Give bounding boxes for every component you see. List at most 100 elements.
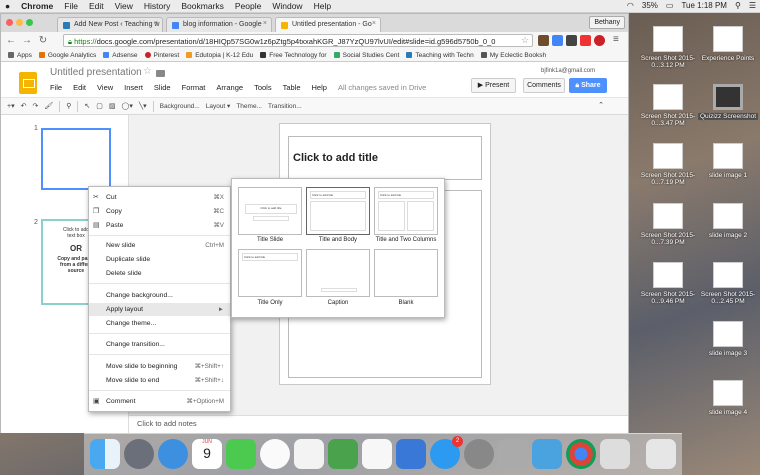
layout-blank[interactable] — [374, 249, 438, 297]
battery-percent[interactable]: 35% — [642, 1, 658, 10]
star-icon[interactable]: ☆ — [143, 66, 152, 77]
desktop-file-icon[interactable]: Screen Shot 2015-0...7.39 PM — [636, 203, 700, 246]
bookmark-social-studies[interactable]: Social Studies Cent — [333, 52, 399, 59]
desktop-file-icon[interactable]: Screen Shot 2015-0...3.47 PM — [636, 84, 700, 127]
minimize-window-icon[interactable] — [16, 19, 23, 26]
close-tab-icon[interactable]: × — [154, 20, 158, 27]
new-slide-icon[interactable]: +▾ — [7, 102, 15, 110]
image-capture-icon[interactable] — [600, 439, 630, 469]
menubar-bookmarks[interactable]: Bookmarks — [181, 1, 224, 11]
folder-icon[interactable] — [156, 70, 165, 77]
speaker-notes[interactable]: Click to add notes — [129, 415, 628, 433]
bookmark-pinterest[interactable]: Pinterest — [144, 52, 179, 59]
preview-icon[interactable] — [294, 439, 324, 469]
extension-icon[interactable] — [552, 35, 563, 46]
menu-insert[interactable]: Insert — [124, 83, 143, 92]
slide-thumbnail[interactable] — [41, 128, 111, 190]
bookmark-eclectic-bookshelf[interactable]: My Eclectic Booksh — [480, 52, 546, 59]
account-email[interactable]: bjfink1a@gmail.com — [541, 68, 595, 74]
background-button[interactable]: Background... — [160, 103, 200, 110]
close-window-icon[interactable] — [6, 19, 13, 26]
menu-item-cut[interactable]: ✂ Cut ⌘X — [89, 191, 230, 204]
desktop-file-icon[interactable]: Screen Shot 2015-0...7.19 PM — [636, 143, 700, 186]
menu-item-new-slide[interactable]: New slide Ctrl+M — [89, 239, 230, 252]
extension-icon[interactable] — [538, 35, 549, 46]
layout-title-and-two-columns[interactable]: Click to add title — [374, 187, 438, 235]
redo-icon[interactable]: ↷ — [32, 102, 38, 110]
calendar-icon[interactable]: JUN 9 — [192, 439, 222, 469]
keynote-icon[interactable] — [396, 439, 426, 469]
clock[interactable]: Tue 1:18 PM — [681, 1, 727, 10]
extension-icon[interactable] — [566, 35, 577, 46]
layout-button[interactable]: Layout ▾ — [206, 102, 231, 110]
menubar-file[interactable]: File — [64, 1, 78, 11]
menubar-people[interactable]: People — [235, 1, 261, 11]
paint-format-icon[interactable]: 🖌︎ — [44, 102, 53, 110]
notification-icon[interactable]: ☰ — [749, 1, 756, 10]
menu-view[interactable]: View — [97, 83, 113, 92]
menu-format[interactable]: Format — [182, 83, 206, 92]
comments-button[interactable]: Comments — [523, 78, 565, 93]
twitter-icon[interactable] — [532, 439, 562, 469]
tab-untitled-presentation[interactable]: Untitled presentation - Go × — [275, 17, 381, 32]
desktop-file-icon[interactable]: slide image 2 — [696, 203, 760, 239]
menu-table[interactable]: Table — [283, 83, 301, 92]
menu-help[interactable]: Help — [312, 83, 327, 92]
menu-arrange[interactable]: Arrange — [216, 83, 243, 92]
menu-item-delete-slide[interactable]: Delete slide — [89, 267, 230, 280]
bookmark-google-analytics[interactable]: Google Analytics — [38, 52, 96, 59]
tab-add-new-post[interactable]: Add New Post ‹ Teaching w × — [57, 17, 163, 32]
desktop-file-icon[interactable]: slide image 4 — [696, 380, 760, 416]
menu-item-duplicate-slide[interactable]: Duplicate slide — [89, 253, 230, 266]
theme-button[interactable]: Theme... — [236, 103, 262, 110]
reload-icon[interactable]: ↻ — [37, 35, 49, 47]
facetime-icon[interactable] — [226, 439, 256, 469]
image-icon[interactable]: ▨ — [109, 102, 116, 110]
desktop-file-icon[interactable]: Screen Shot 2015-0...2.45 PM — [696, 262, 760, 305]
zoom-icon[interactable]: ⚲ — [66, 102, 71, 110]
desktop-file-icon[interactable]: slide image 1 — [696, 143, 760, 179]
layout-title-only[interactable]: Click to add title — [238, 249, 302, 297]
undo-icon[interactable]: ↶ — [21, 102, 27, 110]
menu-item-apply-layout[interactable]: Apply layout ► — [89, 303, 230, 316]
menu-slide[interactable]: Slide — [154, 83, 171, 92]
profile-button[interactable]: Bethany — [589, 16, 625, 29]
bookmark-teaching-with-tech[interactable]: Teaching with Techn — [406, 52, 474, 59]
safari-icon[interactable] — [158, 439, 188, 469]
menubar-window[interactable]: Window — [272, 1, 302, 11]
menubar-app-name[interactable]: Chrome — [21, 1, 53, 11]
desktop-file-icon[interactable]: slide image 3 — [696, 321, 760, 357]
chrome-menu-icon[interactable]: ≡ — [613, 34, 619, 45]
extension-icon[interactable] — [580, 35, 591, 46]
bookmark-edutopia[interactable]: Edutopia | K-12 Edu — [186, 52, 253, 59]
calculator-icon[interactable] — [498, 439, 528, 469]
url-input[interactable]: 🔒︎ https://docs.google.com/presentation/… — [63, 34, 533, 47]
spotlight-icon[interactable]: ⚲ — [735, 1, 741, 10]
menu-file[interactable]: File — [50, 83, 62, 92]
line-icon[interactable]: ╲▾ — [139, 102, 147, 110]
wifi-icon[interactable]: ◠ — [627, 1, 634, 10]
bookmark-adsense[interactable]: Adsense — [103, 52, 138, 59]
app-store-icon[interactable]: 2 — [430, 436, 463, 469]
document-title[interactable]: Untitled presentation — [50, 67, 142, 78]
title-placeholder[interactable]: Click to add title — [288, 136, 482, 180]
present-button[interactable]: ▶ Present — [471, 78, 516, 93]
close-tab-icon[interactable]: × — [263, 20, 267, 27]
pages-icon[interactable] — [362, 439, 392, 469]
zoom-window-icon[interactable] — [26, 19, 33, 26]
layout-title-and-body[interactable]: Click to add title — [306, 187, 370, 235]
share-button[interactable]: 🔒︎ Share — [569, 78, 607, 93]
google-slides-logo-icon[interactable] — [19, 72, 37, 94]
menu-item-change-transition[interactable]: Change transition... — [89, 338, 230, 351]
tab-blog-information[interactable]: blog information - Google × — [166, 17, 272, 32]
pinterest-extension-icon[interactable] — [594, 35, 605, 46]
menu-item-comment[interactable]: ▣ Comment ⌘+Option+M — [89, 395, 230, 408]
new-tab-button[interactable] — [384, 17, 406, 32]
collapse-toolbar-icon[interactable]: ⌃ — [598, 101, 604, 109]
menubar-view[interactable]: View — [115, 1, 133, 11]
apple-icon[interactable]: ● — [5, 1, 10, 11]
menu-item-move-to-end[interactable]: Move slide to end ⌘+Shift+↓ — [89, 374, 230, 387]
transition-button[interactable]: Transition... — [268, 103, 302, 110]
desktop-file-icon[interactable]: Screen Shot 2015-0...3.12 PM — [636, 26, 700, 69]
menu-edit[interactable]: Edit — [73, 83, 86, 92]
